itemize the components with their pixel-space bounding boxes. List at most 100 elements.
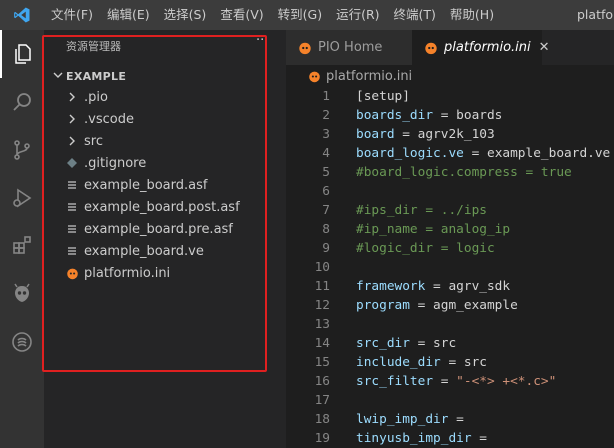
code-token: = boards — [433, 108, 503, 123]
menu-item[interactable]: 选择(S) — [157, 0, 214, 30]
line-number: 1 — [322, 89, 330, 104]
tree-item[interactable]: example_board.ve — [44, 240, 286, 262]
code-token: boards_dir — [356, 108, 434, 123]
menu-item[interactable]: 文件(F) — [44, 0, 100, 30]
code-line: 2 boards_dir = boards — [286, 106, 614, 125]
tree-item[interactable]: .gitignore — [44, 152, 286, 174]
code-line: 1 [setup] — [286, 87, 614, 106]
code-token: = src — [409, 336, 457, 351]
remote-icon[interactable] — [0, 318, 44, 366]
menu-item[interactable]: 终端(T) — [387, 0, 443, 30]
code-line: 15 include_dir = src — [286, 353, 614, 372]
tree-item[interactable]: example_board.pre.asf — [44, 218, 286, 240]
code-text: include_dir = src — [356, 353, 487, 372]
tree-item-label: .pio — [84, 89, 108, 105]
breadcrumb-file: platformio.ini — [326, 68, 413, 84]
chevron-right-icon — [64, 136, 80, 146]
menu-item[interactable]: 查看(V) — [213, 0, 270, 30]
code-line: 9 #logic_dir = logic — [286, 239, 614, 258]
code-token: #board_logic.compress = true — [356, 165, 572, 180]
tree-item[interactable]: platformio.ini — [44, 262, 286, 284]
line-number: 9 — [322, 241, 330, 256]
code-line: 10 — [286, 258, 614, 277]
code-text: framework = agrv_sdk — [356, 277, 510, 296]
tree-item[interactable]: .vscode — [44, 108, 286, 130]
tree-item[interactable]: example_board.asf — [44, 174, 286, 196]
breadcrumb[interactable]: platformio.ini — [286, 65, 614, 87]
code-text: #logic_dir = logic — [356, 239, 495, 258]
code-token: "-<*> +<*.c>" — [456, 374, 557, 389]
code-line: 5 #board_logic.compress = true — [286, 163, 614, 182]
source-control-icon[interactable] — [0, 126, 44, 174]
tab-pio-home[interactable]: PIO Home — [286, 30, 412, 65]
code-token: program — [356, 298, 410, 313]
root-folder[interactable]: EXAMPLE — [44, 66, 286, 86]
file-lines-icon — [64, 223, 80, 235]
extensions-icon[interactable] — [0, 222, 44, 270]
line-number: 16 — [314, 374, 330, 389]
code-token: = agrv_sdk — [425, 279, 511, 294]
activity-bar — [0, 30, 44, 448]
code-text: board_logic.ve = example_board.ve — [356, 144, 610, 163]
chevron-down-icon — [44, 70, 66, 83]
menu-item[interactable]: 运行(R) — [329, 0, 386, 30]
code-token: src_filter — [356, 374, 434, 389]
line-number: 11 — [314, 279, 330, 294]
tree-item[interactable]: src — [44, 130, 286, 152]
code-line: 11 framework = agrv_sdk — [286, 277, 614, 296]
menu-item[interactable]: 帮助(H) — [443, 0, 501, 30]
code-token: board_logic.ve — [356, 146, 464, 161]
title-bar: 文件(F) 编辑(E) 选择(S) 查看(V) 转到(G) 运行(R) 终端(T) 帮助(H)… — [0, 0, 614, 30]
explorer-sidebar: 资源管理器 ··· EXAMPLE .pio .vscode src .gitigno… — [44, 30, 286, 448]
code-text: #ip_name = analog_ip — [356, 220, 510, 239]
code-text: src_dir = src — [356, 334, 456, 353]
tab-label: platformio.ini — [444, 40, 531, 55]
code-token: framework — [356, 279, 426, 294]
tree-item[interactable]: .pio — [44, 86, 286, 108]
code-token: src_dir — [356, 336, 410, 351]
tree-item-label: example_board.asf — [84, 177, 208, 193]
code-text: #board_logic.compress = true — [356, 163, 572, 182]
code-line: 4 board_logic.ve = example_board.ve — [286, 144, 614, 163]
line-number: 14 — [314, 336, 330, 351]
code-text: program = agm_example — [356, 296, 518, 315]
code-line: 16 src_filter = "-<*> +<*.c>" — [286, 372, 614, 391]
platformio-alien-icon[interactable] — [0, 270, 44, 318]
code-editor[interactable]: 1 [setup] 2 boards_dir = boards 3 board = agr… — [286, 87, 614, 448]
line-number: 17 — [314, 393, 330, 408]
close-icon[interactable]: ✕ — [539, 40, 550, 55]
code-token: = src — [440, 355, 487, 370]
code-token: = agm_example — [409, 298, 518, 313]
code-text: boards_dir = boards — [356, 106, 502, 125]
menu-bar: 文件(F) 编辑(E) 选择(S) 查看(V) 转到(G) 运行(R) 终端(T) 帮助(H) — [44, 0, 501, 30]
line-number: 4 — [322, 146, 330, 161]
line-number: 15 — [314, 355, 330, 370]
chevron-right-icon — [64, 92, 80, 102]
line-number: 3 — [322, 127, 330, 142]
line-number: 19 — [314, 431, 330, 446]
chevron-right-icon — [64, 114, 80, 124]
menu-item[interactable]: 转到(G) — [271, 0, 329, 30]
tab-platformio-ini[interactable]: platformio.ini ✕ — [412, 30, 550, 65]
platformio-icon — [424, 41, 438, 55]
search-icon[interactable] — [0, 78, 44, 126]
menu-item[interactable]: 编辑(E) — [100, 0, 157, 30]
code-token: = example_board.ve — [463, 146, 611, 161]
code-token: include_dir — [356, 355, 441, 370]
files-icon[interactable] — [0, 30, 44, 78]
more-actions-button[interactable]: ··· — [256, 33, 268, 48]
tree-item-label: example_board.ve — [84, 243, 204, 259]
vscode-logo-icon — [0, 0, 44, 30]
platformio-icon — [64, 267, 80, 280]
run-debug-icon[interactable] — [0, 174, 44, 222]
tree-item[interactable]: example_board.post.asf — [44, 196, 286, 218]
window-title: platfo — [577, 7, 614, 22]
line-number: 8 — [322, 222, 330, 237]
code-text: lwip_imp_dir = — [356, 410, 464, 429]
code-token: = — [448, 412, 464, 427]
code-line: 17 — [286, 391, 614, 410]
file-lines-icon — [64, 245, 80, 257]
line-number: 7 — [322, 203, 330, 218]
tree-item-label: platformio.ini — [84, 265, 171, 281]
code-token: board — [356, 127, 395, 142]
